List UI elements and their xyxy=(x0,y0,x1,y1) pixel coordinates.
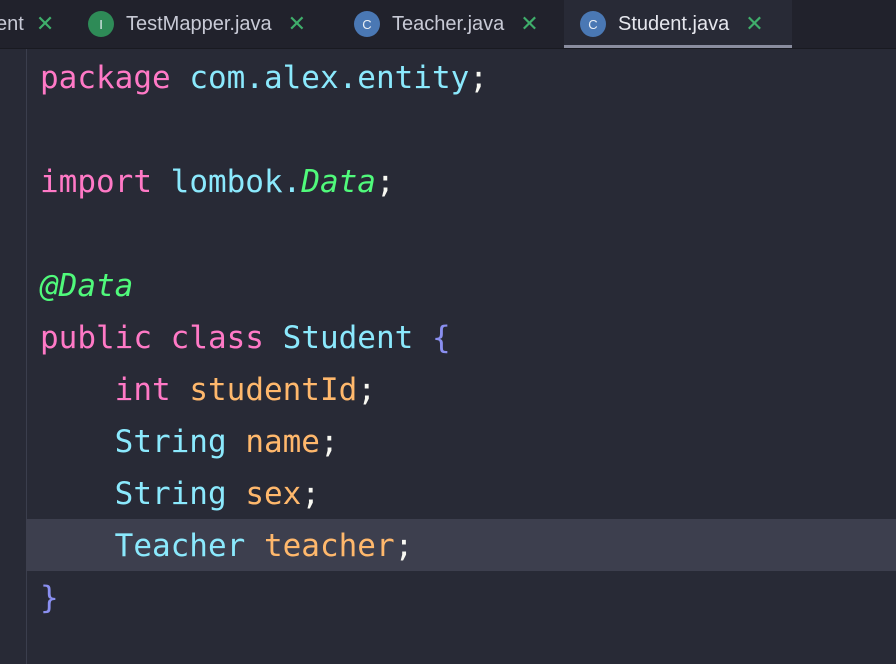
semicolon: ; xyxy=(394,528,414,564)
tab-label: TestMapper.java xyxy=(126,12,272,35)
close-brace: } xyxy=(40,580,59,616)
keyword: class xyxy=(170,320,264,356)
semicolon: ; xyxy=(469,60,488,96)
field-type: Teacher xyxy=(114,528,246,564)
field-type: String xyxy=(114,424,227,460)
tab-teacher[interactable]: C Teacher.java ✕ xyxy=(354,0,556,48)
open-brace: { xyxy=(431,320,451,356)
field-name: name xyxy=(245,424,320,460)
import-class: Data xyxy=(301,164,376,200)
class-icon: C xyxy=(354,11,380,37)
package-name: com.alex.entity xyxy=(189,60,470,96)
tab-student[interactable]: C Student.java ✕ xyxy=(564,0,792,48)
tab-close-icon[interactable]: ✕ xyxy=(520,13,538,35)
tab-close-icon[interactable]: ✕ xyxy=(745,13,763,35)
class-name: Student xyxy=(282,320,414,356)
interface-icon: I xyxy=(88,11,114,37)
code-line-field[interactable]: String sex; xyxy=(40,468,320,520)
code-line-field[interactable]: String name; xyxy=(40,416,339,468)
field-name: studentId xyxy=(189,372,358,408)
semicolon: ; xyxy=(375,164,395,200)
field-name: teacher xyxy=(263,528,395,564)
gutter-divider xyxy=(26,49,27,664)
editor-tab-bar: ent ✕ I TestMapper.java ✕ C Teacher.java… xyxy=(0,0,896,49)
semicolon: ; xyxy=(301,476,320,512)
code-editor[interactable]: package com.alex.entity; import lombok.D… xyxy=(0,49,896,664)
keyword: public xyxy=(40,320,152,356)
code-line-close-brace[interactable]: } xyxy=(40,572,59,624)
tab-label: Student.java xyxy=(618,12,730,35)
tab-testmapper[interactable]: I TestMapper.java ✕ xyxy=(88,0,336,48)
tab-label: ent xyxy=(0,12,24,35)
tab-close-icon[interactable]: ✕ xyxy=(288,13,306,35)
keyword: package xyxy=(40,60,171,96)
semicolon: ; xyxy=(319,424,339,460)
code-line-field[interactable]: Teacher teacher; xyxy=(40,520,414,572)
keyword: import xyxy=(40,164,152,200)
class-icon: C xyxy=(580,11,606,37)
import-package: lombok. xyxy=(170,164,302,200)
code-line-class-decl[interactable]: public class Student { xyxy=(40,312,451,364)
tab-label: Teacher.java xyxy=(392,12,505,35)
tab-partial[interactable]: ent ✕ xyxy=(0,0,66,48)
annotation: @Data xyxy=(40,268,134,304)
code-line-field[interactable]: int studentId; xyxy=(40,364,376,416)
field-type: int xyxy=(114,372,171,408)
semicolon: ; xyxy=(357,372,376,408)
code-line-import[interactable]: import lombok.Data; xyxy=(40,156,395,208)
tab-close-icon[interactable]: ✕ xyxy=(36,13,54,35)
code-line-package[interactable]: package com.alex.entity; xyxy=(40,52,488,104)
code-line-annotation[interactable]: @Data xyxy=(40,260,133,312)
field-name: sex xyxy=(245,476,302,512)
field-type: String xyxy=(114,476,227,512)
